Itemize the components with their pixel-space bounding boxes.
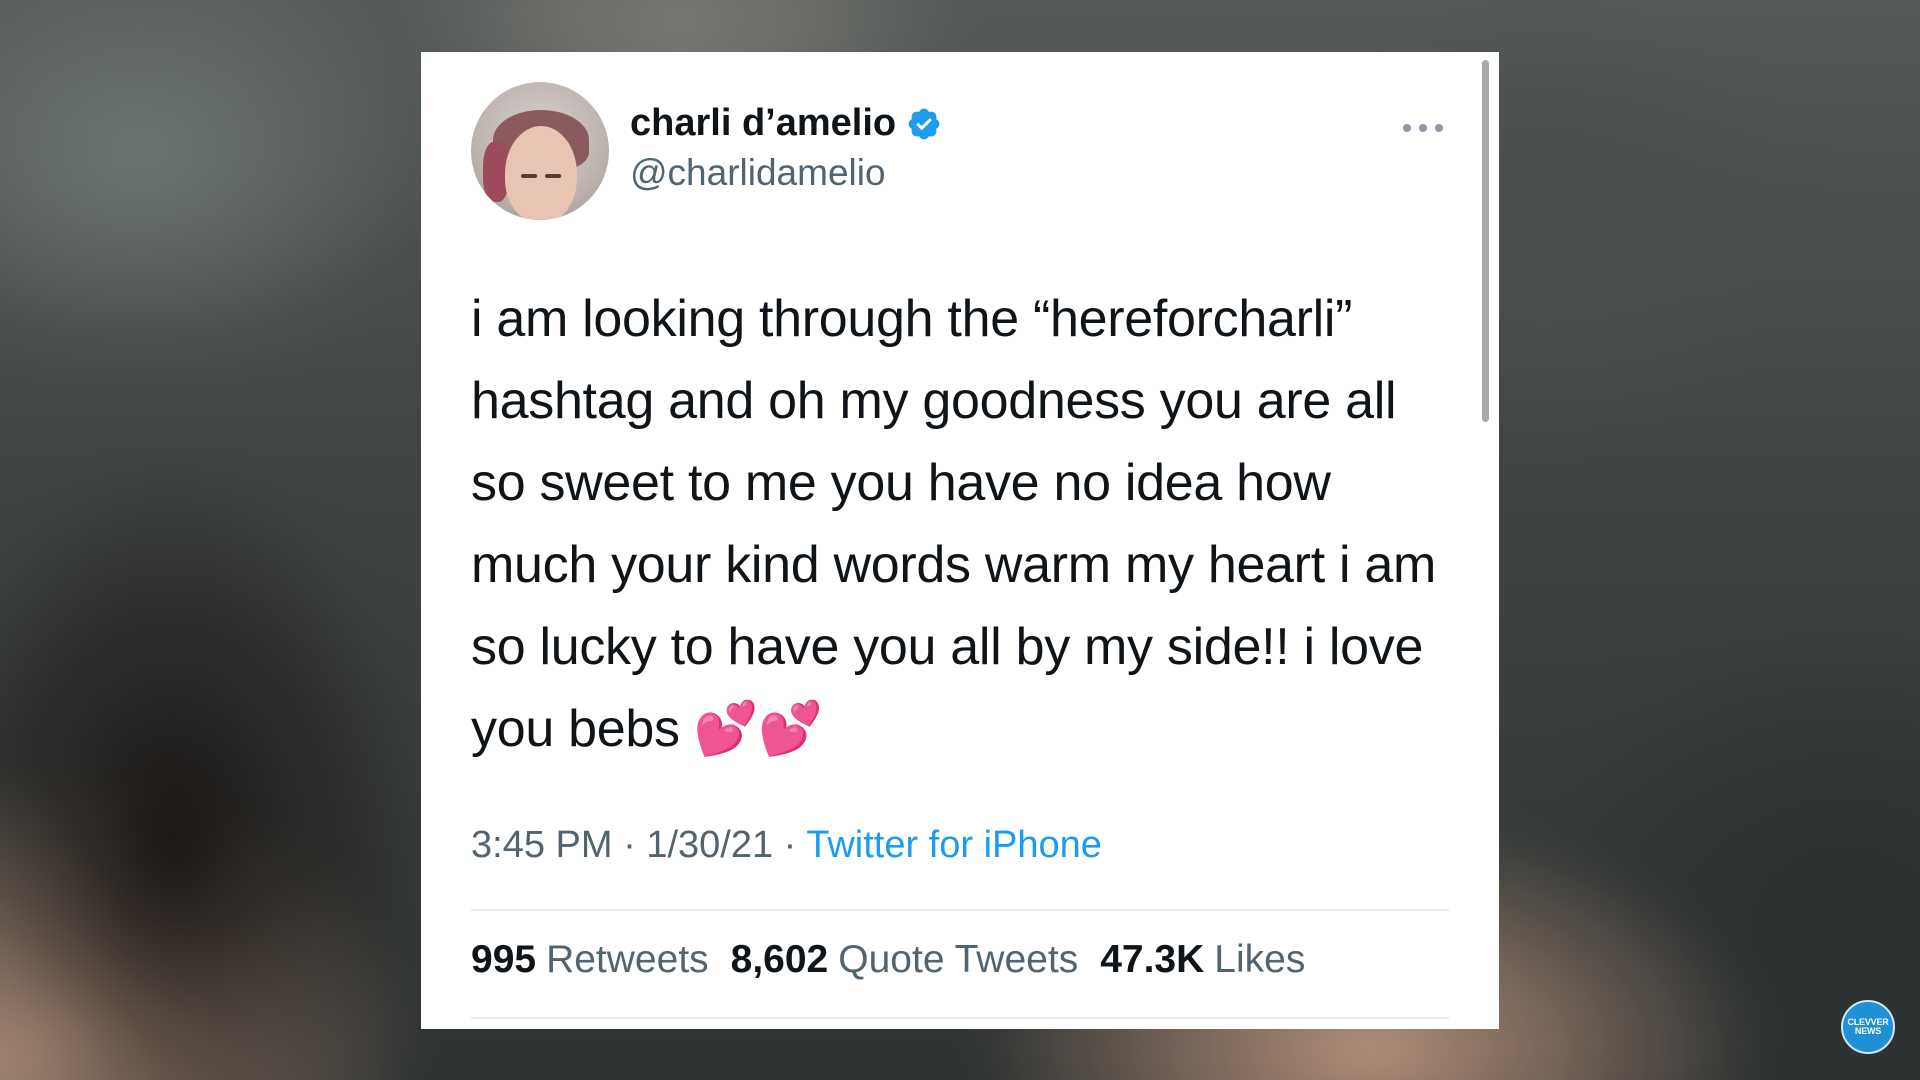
likes-stat[interactable]: 47.3K Likes bbox=[1100, 938, 1305, 982]
divider bbox=[471, 909, 1449, 911]
likes-label: Likes bbox=[1214, 938, 1306, 981]
tweet-date[interactable]: 1/30/21 bbox=[646, 824, 773, 866]
scrollbar[interactable] bbox=[1482, 60, 1489, 422]
dot bbox=[1435, 124, 1443, 132]
tweet-stats: 995 Retweets 8,602 Quote Tweets 47.3K Likes bbox=[471, 938, 1305, 982]
retweets-label: Retweets bbox=[546, 938, 709, 981]
divider bbox=[471, 1017, 1449, 1019]
avatar-face bbox=[505, 126, 577, 220]
video-frame: charli d’amelio @charlidamelio i am look… bbox=[0, 0, 1920, 1080]
quote-tweets-count: 8,602 bbox=[730, 938, 829, 981]
likes-count: 47.3K bbox=[1100, 938, 1205, 981]
dot bbox=[1419, 124, 1427, 132]
retweets-count: 995 bbox=[471, 938, 537, 981]
more-options-icon[interactable] bbox=[1403, 118, 1443, 138]
avatar[interactable] bbox=[471, 82, 609, 220]
quote-tweets-label: Quote Tweets bbox=[838, 938, 1079, 981]
logo-text: NEWS bbox=[1854, 1026, 1882, 1036]
avatar-eye bbox=[545, 174, 561, 178]
avatar-eye bbox=[521, 174, 537, 178]
tweet-time[interactable]: 3:45 PM bbox=[471, 824, 613, 866]
author-handle[interactable]: @charlidamelio bbox=[630, 152, 886, 194]
tweet-text: i am looking through the “hereforcharli”… bbox=[471, 290, 1437, 758]
verified-badge-icon bbox=[908, 108, 940, 139]
author-name[interactable]: charli d’amelio bbox=[630, 102, 896, 145]
meta-separator: · bbox=[783, 824, 797, 866]
dot bbox=[1403, 124, 1411, 132]
tweet-meta: 3:45 PM · 1/30/21 · Twitter for iPhone bbox=[471, 824, 1102, 867]
quote-tweets-stat[interactable]: 8,602 Quote Tweets bbox=[731, 938, 1079, 982]
retweets-stat[interactable]: 995 Retweets bbox=[471, 938, 709, 982]
tweet-card: charli d’amelio @charlidamelio i am look… bbox=[421, 52, 1499, 1029]
author-row: charli d’amelio bbox=[630, 102, 942, 145]
meta-separator: · bbox=[623, 824, 636, 866]
channel-watermark-logo: CLEVVER NEWS bbox=[1841, 1000, 1895, 1054]
tweet-source-link[interactable]: Twitter for iPhone bbox=[806, 824, 1102, 866]
